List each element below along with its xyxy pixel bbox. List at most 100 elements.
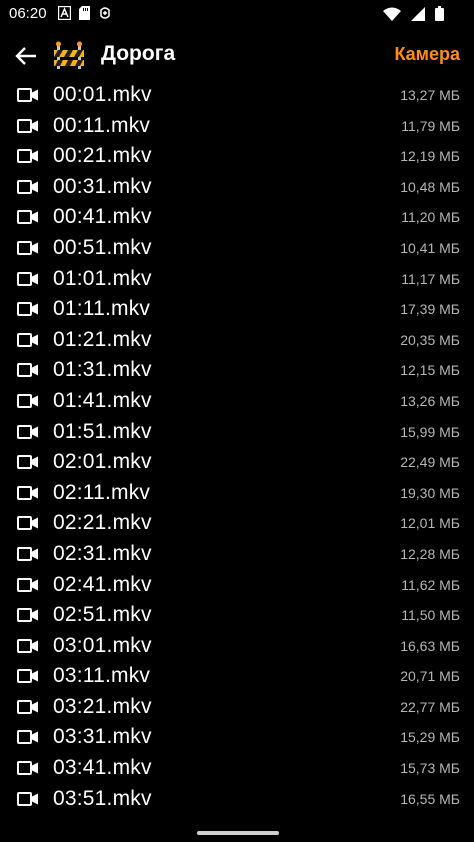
status-notification-icons	[58, 6, 112, 20]
video-camera-icon	[17, 730, 38, 745]
file-row[interactable]: 03:11.mkv 20,71 МБ	[0, 661, 474, 692]
video-camera-icon	[17, 699, 38, 714]
file-row[interactable]: 02:31.mkv 12,28 МБ	[0, 539, 474, 570]
file-name: 01:51.mkv	[53, 419, 152, 443]
file-size: 13,27 МБ	[400, 87, 460, 103]
video-camera-icon	[17, 424, 38, 439]
file-size: 20,35 МБ	[400, 331, 460, 348]
file-row[interactable]: 02:11.mkv 19,30 МБ	[0, 478, 474, 509]
status-system-icons	[383, 6, 444, 21]
file-row[interactable]: 03:01.mkv 16,63 МБ	[0, 631, 474, 662]
video-camera-icon	[17, 88, 38, 102]
file-size: 11,62 МБ	[401, 576, 460, 593]
battery-icon	[435, 6, 444, 21]
video-camera-icon	[17, 240, 38, 255]
file-name: 01:01.mkv	[53, 266, 152, 290]
file-size: 17,39 МБ	[400, 301, 460, 318]
video-camera-icon	[17, 577, 38, 592]
file-name: 03:01.mkv	[53, 633, 152, 657]
file-row[interactable]: 01:11.mkv 17,39 МБ	[0, 294, 474, 325]
usb-debug-icon	[100, 7, 110, 19]
back-arrow-icon	[15, 47, 36, 65]
file-name: 02:31.mkv	[53, 541, 152, 565]
file-name: 02:01.mkv	[53, 450, 152, 474]
file-size: 22,77 МБ	[400, 698, 460, 715]
file-size: 15,99 МБ	[400, 423, 460, 440]
file-size: 16,63 МБ	[400, 637, 460, 654]
file-row[interactable]: 02:51.mkv 11,50 МБ	[0, 600, 474, 631]
file-name: 02:51.mkv	[53, 603, 152, 627]
file-row[interactable]: 02:21.mkv 12,01 МБ	[0, 508, 474, 539]
file-name: 02:41.mkv	[53, 572, 152, 596]
file-row[interactable]: 01:51.mkv 15,99 МБ	[0, 417, 474, 448]
road-barrier-icon	[54, 41, 84, 69]
file-name: 01:21.mkv	[53, 327, 152, 351]
file-name: 01:31.mkv	[53, 358, 152, 382]
file-row[interactable]: 01:01.mkv 11,17 МБ	[0, 264, 474, 295]
video-camera-icon	[17, 393, 38, 408]
video-camera-icon	[17, 332, 38, 347]
status-time: 06:20	[9, 5, 47, 22]
sd-card-icon	[79, 6, 90, 20]
file-size: 12,19 МБ	[400, 148, 460, 165]
video-camera-icon	[17, 118, 38, 133]
file-name: 00:01.mkv	[53, 83, 152, 106]
file-name: 03:51.mkv	[53, 786, 152, 810]
file-name: 00:11.mkv	[53, 113, 151, 137]
file-size: 11,20 МБ	[401, 209, 460, 226]
file-row[interactable]: 03:41.mkv 15,73 МБ	[0, 753, 474, 784]
file-size: 11,79 МБ	[401, 117, 460, 134]
video-camera-icon	[17, 669, 38, 684]
video-camera-icon	[17, 455, 38, 470]
video-camera-icon	[17, 149, 38, 164]
file-row[interactable]: 00:21.mkv 12,19 МБ	[0, 141, 474, 172]
video-camera-icon	[17, 302, 38, 317]
file-name: 03:31.mkv	[53, 725, 152, 749]
file-row[interactable]: 02:41.mkv 11,62 МБ	[0, 570, 474, 601]
file-name: 02:21.mkv	[53, 511, 152, 535]
file-size: 13,26 МБ	[400, 392, 460, 409]
file-row[interactable]: 01:41.mkv 13,26 МБ	[0, 386, 474, 417]
video-camera-icon	[17, 608, 38, 623]
file-size: 16,55 МБ	[400, 790, 460, 807]
file-name: 03:21.mkv	[53, 694, 152, 718]
home-indicator[interactable]	[197, 831, 279, 835]
file-row[interactable]: 01:31.mkv 12,15 МБ	[0, 355, 474, 386]
file-name: 00:21.mkv	[53, 144, 152, 168]
file-row[interactable]: 02:01.mkv 22,49 МБ	[0, 447, 474, 478]
file-row[interactable]: 00:51.mkv 10,41 МБ	[0, 233, 474, 264]
file-size: 10,41 МБ	[400, 239, 460, 256]
file-row[interactable]: 00:31.mkv 10,48 МБ	[0, 172, 474, 203]
camera-button[interactable]: Камера	[394, 44, 460, 65]
video-camera-icon	[17, 791, 38, 806]
file-row[interactable]: 03:51.mkv 16,55 МБ	[0, 784, 474, 815]
file-name: 00:51.mkv	[53, 235, 152, 259]
file-name: 01:11.mkv	[53, 297, 151, 321]
file-row[interactable]: 01:21.mkv 20,35 МБ	[0, 325, 474, 356]
video-camera-icon	[17, 516, 38, 531]
status-bar: 06:20	[0, 0, 474, 30]
file-row[interactable]: 03:31.mkv 15,29 МБ	[0, 722, 474, 753]
video-camera-icon	[17, 546, 38, 561]
file-name: 00:41.mkv	[53, 205, 152, 229]
file-size: 11,17 МБ	[401, 270, 460, 287]
video-camera-icon	[17, 363, 38, 378]
video-camera-icon	[17, 485, 38, 500]
video-camera-icon	[17, 271, 38, 286]
mobile-signal-icon	[411, 6, 425, 21]
font-icon	[58, 6, 71, 20]
file-row[interactable]: 00:41.mkv 11,20 МБ	[0, 202, 474, 233]
back-button[interactable]	[10, 40, 42, 72]
video-camera-icon	[17, 210, 38, 225]
file-size: 20,71 МБ	[400, 668, 460, 685]
app-bar: Дорога Камера	[0, 36, 474, 76]
file-row[interactable]: 03:21.mkv 22,77 МБ	[0, 692, 474, 723]
file-name: 03:41.mkv	[53, 756, 152, 780]
file-row[interactable]: 00:11.mkv 11,79 МБ	[0, 111, 474, 142]
video-camera-icon	[17, 179, 38, 194]
file-name: 02:11.mkv	[53, 480, 151, 504]
wifi-icon	[383, 7, 401, 21]
file-list: 00:01.mkv 13,27 МБ 00:11.mkv 11,79 МБ 00:21.…	[0, 80, 474, 814]
file-row[interactable]: 00:01.mkv 13,27 МБ	[0, 80, 474, 111]
file-size: 11,50 МБ	[401, 607, 460, 624]
